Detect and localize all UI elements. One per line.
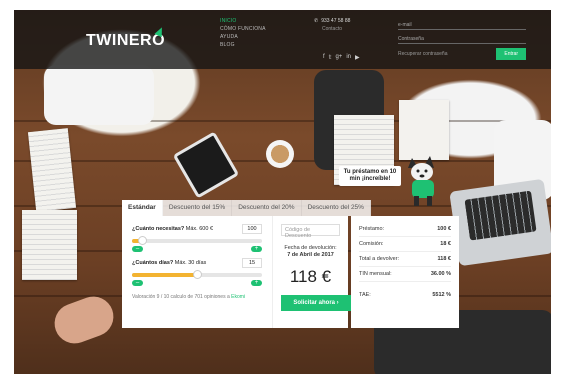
days-increase-button[interactable]: +	[251, 280, 262, 286]
login-form: e-mail Contraseña Recuperar contraseña E…	[398, 16, 526, 60]
summary-row: Préstamo: 100 €	[359, 222, 451, 237]
promo-bubble-line2: min ¡increíble!	[349, 176, 391, 182]
google-plus-icon[interactable]: g+	[335, 54, 342, 61]
calculator-result: Código de Descuento Fecha de devolución:…	[272, 216, 351, 328]
summary-row: Total a devolver: 118 €	[359, 252, 451, 267]
amount-slider-handle[interactable]	[138, 236, 148, 245]
paper-sheet	[22, 210, 77, 280]
days-slider-handle[interactable]	[193, 270, 202, 279]
person-hand	[48, 290, 120, 350]
tab-descuento-15[interactable]: Descuento del 15%	[162, 200, 233, 216]
amount-value-field[interactable]: 100	[242, 224, 262, 234]
summary-row: Comisión: 18 €	[359, 237, 451, 252]
phone-icon: ✆	[314, 18, 319, 24]
coffee-cup	[266, 140, 294, 168]
linkedin-icon[interactable]: in	[346, 54, 351, 61]
days-value-field[interactable]: 15	[242, 258, 262, 268]
paper-sheet	[27, 128, 77, 212]
notebook	[399, 100, 449, 160]
ekomi-link[interactable]: Ekomi	[231, 294, 245, 300]
days-slider[interactable]	[132, 270, 262, 279]
promo-bubble-line1: Tu préstamo en 10	[343, 169, 397, 175]
top-bar: TWINERO INICIO CÓMO FUNCIONA AYUDA BLOG …	[14, 10, 551, 69]
tab-descuento-20[interactable]: Descuento del 20%	[232, 200, 302, 216]
nav-item-como-funciona[interactable]: CÓMO FUNCIONA	[220, 26, 266, 32]
request-loan-button[interactable]: Solicitar ahora ›	[281, 295, 351, 311]
days-decrease-button[interactable]: –	[132, 280, 143, 286]
person-arm-left	[44, 65, 154, 125]
total-amount: 118 €	[289, 267, 332, 286]
tablet-device	[172, 131, 240, 199]
forgot-password-link[interactable]: Recuperar contraseña	[398, 51, 447, 57]
youtube-icon[interactable]: ▶	[355, 54, 360, 61]
summary-row: TAE: 5512 %	[359, 292, 451, 298]
nav-item-blog[interactable]: BLOG	[220, 42, 266, 48]
login-button[interactable]: Entrar	[496, 48, 526, 60]
summary-row: TIN mensual: 36.00 %	[359, 267, 451, 282]
days-slider-fill	[132, 273, 197, 277]
loan-summary: Préstamo: 100 € Comisión: 18 € Total a dev…	[351, 216, 459, 328]
phone-number[interactable]: 933 47 58 88	[321, 18, 350, 24]
tab-descuento-25[interactable]: Descuento del 25%	[301, 200, 371, 216]
promo-code-input[interactable]: Código de Descuento	[281, 224, 340, 239]
tab-estandar[interactable]: Estándar	[122, 200, 163, 216]
calculator-inputs: ¿Cuánto necesitas? Máx. 600 € 100 – + ¿C…	[122, 216, 272, 328]
calculator-tabs: Estándar Descuento del 15% Descuento del…	[122, 200, 371, 216]
promo-bubble: Tu préstamo en 10 min ¡increíble!	[339, 166, 401, 186]
laptop	[449, 178, 551, 267]
nav-item-ayuda[interactable]: AYUDA	[220, 34, 266, 40]
contact-link[interactable]: Contacto	[314, 26, 350, 32]
social-links: f 𝕥 g+ in ▶	[323, 54, 360, 61]
facebook-icon[interactable]: f	[323, 54, 325, 61]
twitter-icon[interactable]: 𝕥	[329, 54, 332, 61]
days-question: ¿Cuántos días? Máx. 30 días	[132, 260, 207, 266]
nav-item-inicio[interactable]: INICIO	[220, 18, 266, 24]
contact-info: ✆ 933 47 58 88 Contacto	[314, 18, 350, 32]
main-nav: INICIO CÓMO FUNCIONA AYUDA BLOG	[220, 18, 266, 48]
email-field[interactable]: e-mail	[398, 16, 526, 30]
password-field[interactable]: Contraseña	[398, 30, 526, 44]
amount-question: ¿Cuánto necesitas? Máx. 600 €	[132, 226, 214, 232]
loan-calculator: Estándar Descuento del 15% Descuento del…	[122, 200, 459, 328]
due-date: Fecha de devolución: 7 de Abril de 2017	[284, 245, 337, 258]
amount-slider[interactable]	[132, 236, 262, 245]
rating-text: Valoración 9 / 10 calculo de 701 opinion…	[132, 294, 246, 300]
logo[interactable]: TWINERO	[86, 32, 165, 50]
amount-decrease-button[interactable]: –	[132, 246, 143, 252]
amount-increase-button[interactable]: +	[251, 246, 262, 252]
